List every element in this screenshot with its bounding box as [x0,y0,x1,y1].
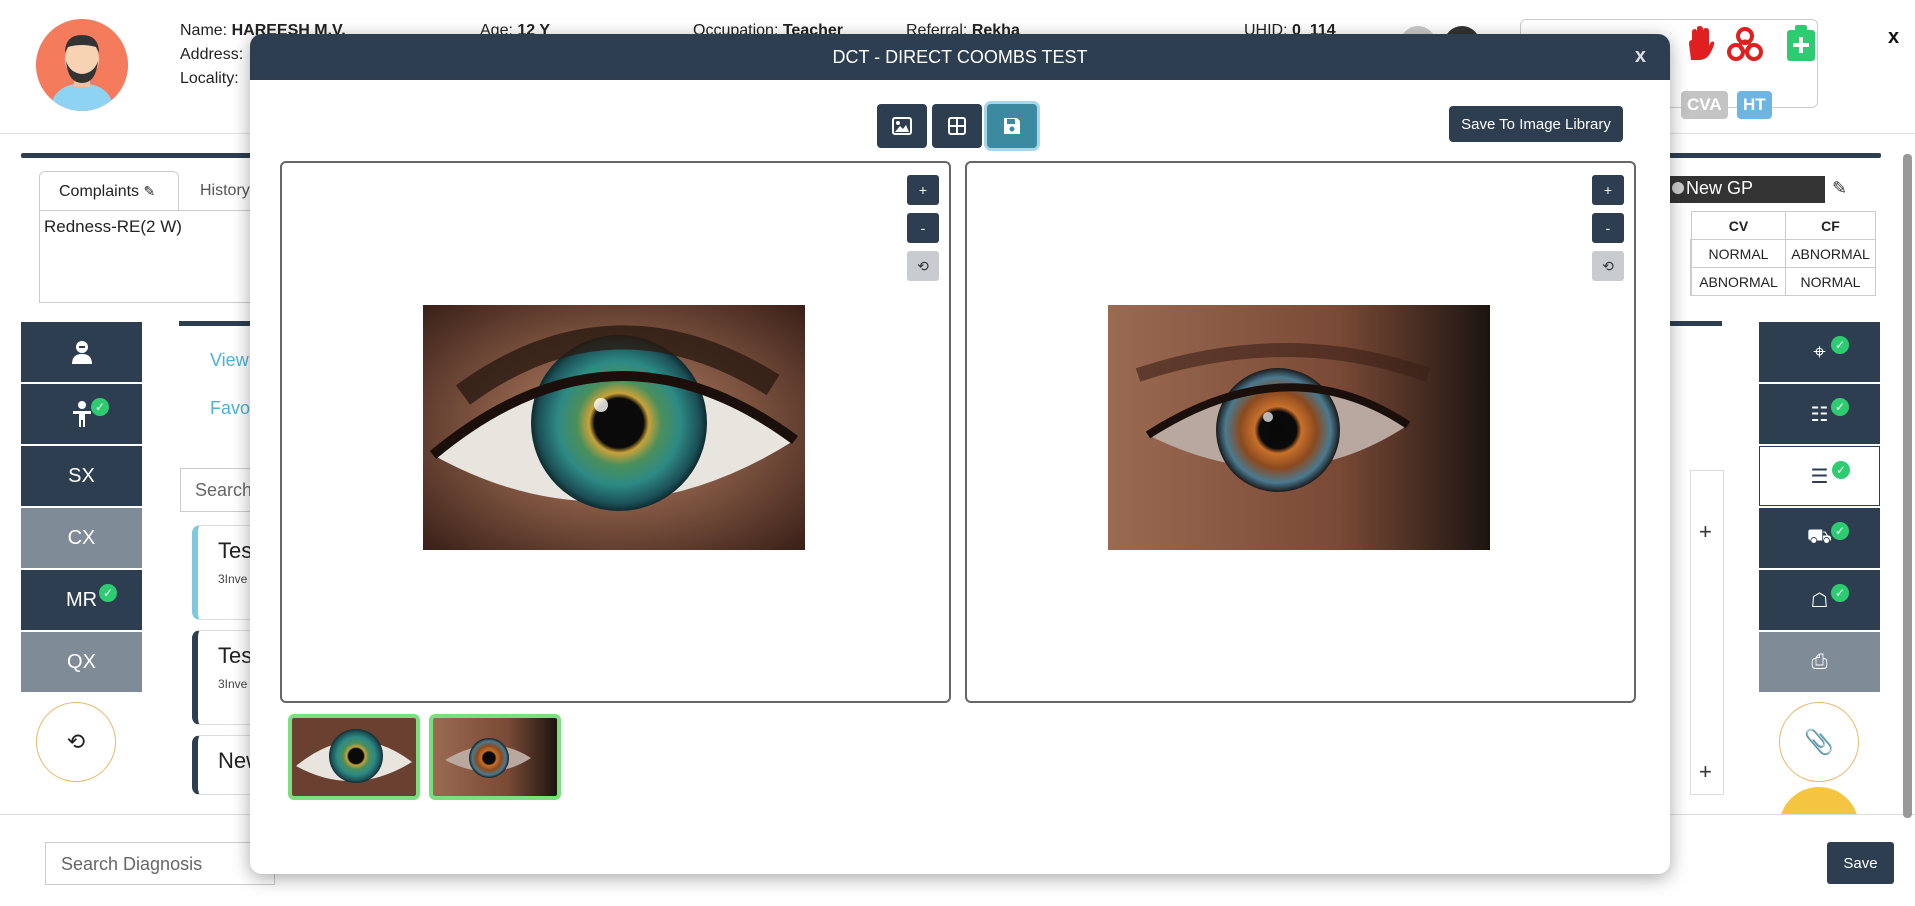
image-viewer-right[interactable]: + - ⟲ [965,161,1636,703]
eye-image-green [423,305,805,550]
zoom-in-button[interactable]: + [907,175,939,205]
thumbnail-brown-eye[interactable] [429,714,561,800]
image-viewer-left[interactable]: + - ⟲ [280,161,951,703]
zoom-in-button[interactable]: + [1592,175,1624,205]
modal-header: DCT - DIRECT COOMBS TEST x [250,34,1670,80]
rotate-icon: ⟲ [917,257,929,274]
reset-zoom-button[interactable]: ⟲ [1592,251,1624,281]
modal-title: DCT - DIRECT COOMBS TEST [832,47,1088,67]
eye-image-brown [1108,305,1490,550]
zoom-out-button[interactable]: - [1592,213,1624,243]
floppy-disk-icon [1004,118,1020,134]
rotate-icon: ⟲ [1602,257,1614,274]
single-image-view-button[interactable] [877,104,927,148]
save-to-image-library-button[interactable]: Save To Image Library [1449,106,1623,142]
thumbnail-green-eye[interactable] [288,714,420,800]
grid-view-button[interactable] [932,104,982,148]
zoom-out-button[interactable]: - [907,213,939,243]
reset-zoom-button[interactable]: ⟲ [907,251,939,281]
save-image-button[interactable] [987,104,1037,148]
grid-icon [948,117,966,135]
image-icon [892,117,912,135]
modal-close-button[interactable]: x [1635,45,1646,68]
image-viewer-modal: DCT - DIRECT COOMBS TEST x Save To Image… [250,34,1670,874]
